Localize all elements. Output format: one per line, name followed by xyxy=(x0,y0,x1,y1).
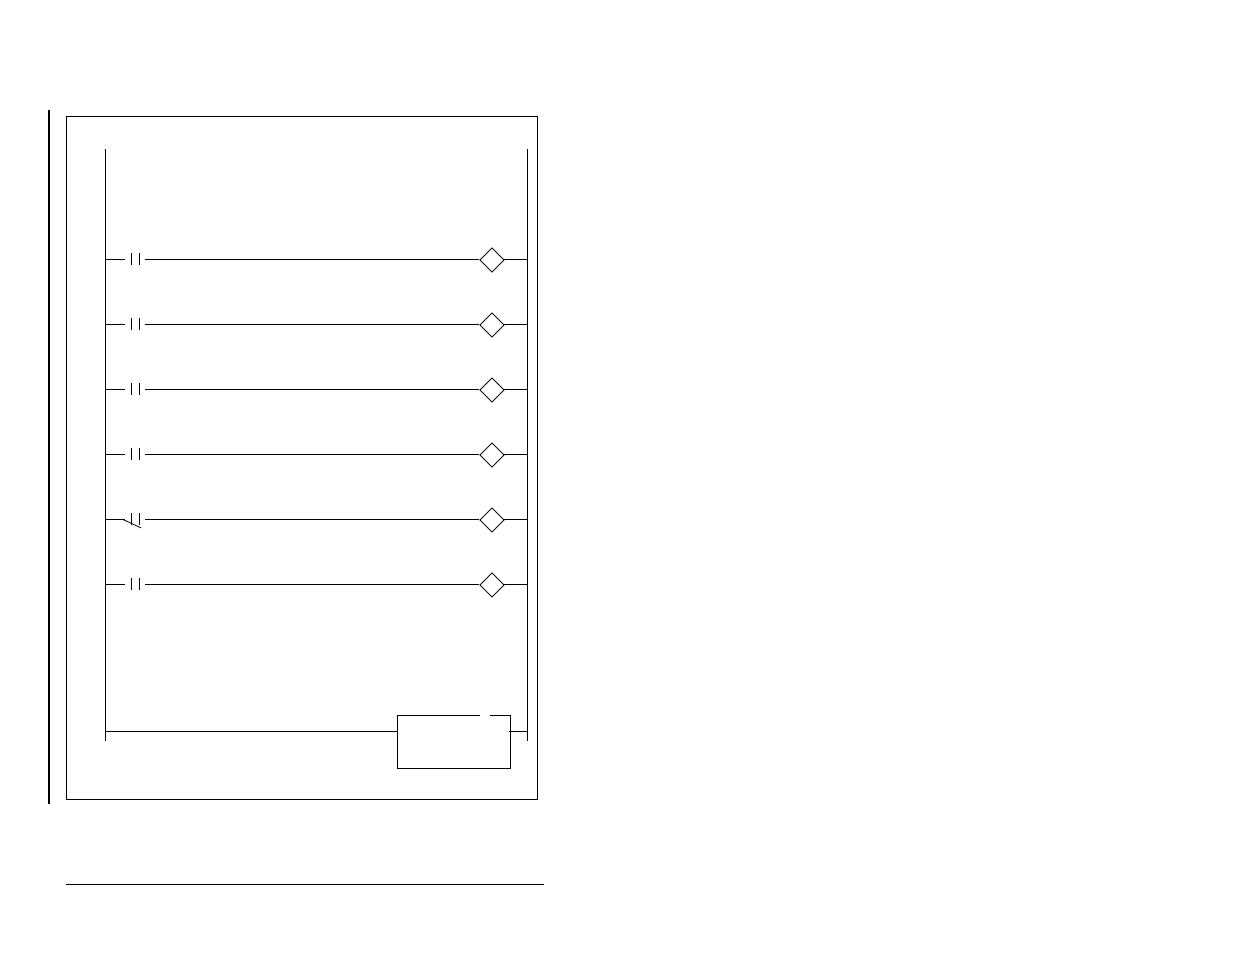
rung-1 xyxy=(105,247,527,271)
contact-no-icon xyxy=(125,578,132,590)
rung-4 xyxy=(105,442,527,466)
rung-5 xyxy=(105,507,527,531)
wire xyxy=(145,584,479,585)
left-margin-bar xyxy=(48,110,50,804)
wire xyxy=(503,454,527,455)
ladder-diagram-frame xyxy=(66,116,538,800)
ladder-diagram xyxy=(67,117,537,799)
coil-icon xyxy=(479,442,504,467)
contact-nc-icon xyxy=(125,513,132,525)
wire xyxy=(145,259,479,260)
page-divider xyxy=(66,884,544,885)
contact-no-icon xyxy=(125,448,132,460)
coil-icon xyxy=(479,572,504,597)
footer-out-wire xyxy=(509,731,527,732)
wire xyxy=(145,389,479,390)
page xyxy=(0,0,1235,954)
coil-icon xyxy=(479,377,504,402)
rung-2 xyxy=(105,312,527,336)
block-notch-icon xyxy=(480,715,490,717)
wire xyxy=(145,519,479,520)
wire xyxy=(503,389,527,390)
contact-no-icon xyxy=(125,318,132,330)
wire xyxy=(503,584,527,585)
coil-icon xyxy=(479,312,504,337)
coil-icon xyxy=(479,247,504,272)
rung-6 xyxy=(105,572,527,596)
wire xyxy=(145,324,479,325)
wire xyxy=(503,324,527,325)
rung-3 xyxy=(105,377,527,401)
footer-feed-wire xyxy=(105,731,415,732)
contact-no-icon xyxy=(125,383,132,395)
power-rail-right xyxy=(527,149,528,741)
contact-no-icon xyxy=(125,253,132,265)
wire xyxy=(145,454,479,455)
wire xyxy=(503,519,527,520)
function-block xyxy=(397,715,511,769)
wire xyxy=(503,259,527,260)
coil-icon xyxy=(479,507,504,532)
